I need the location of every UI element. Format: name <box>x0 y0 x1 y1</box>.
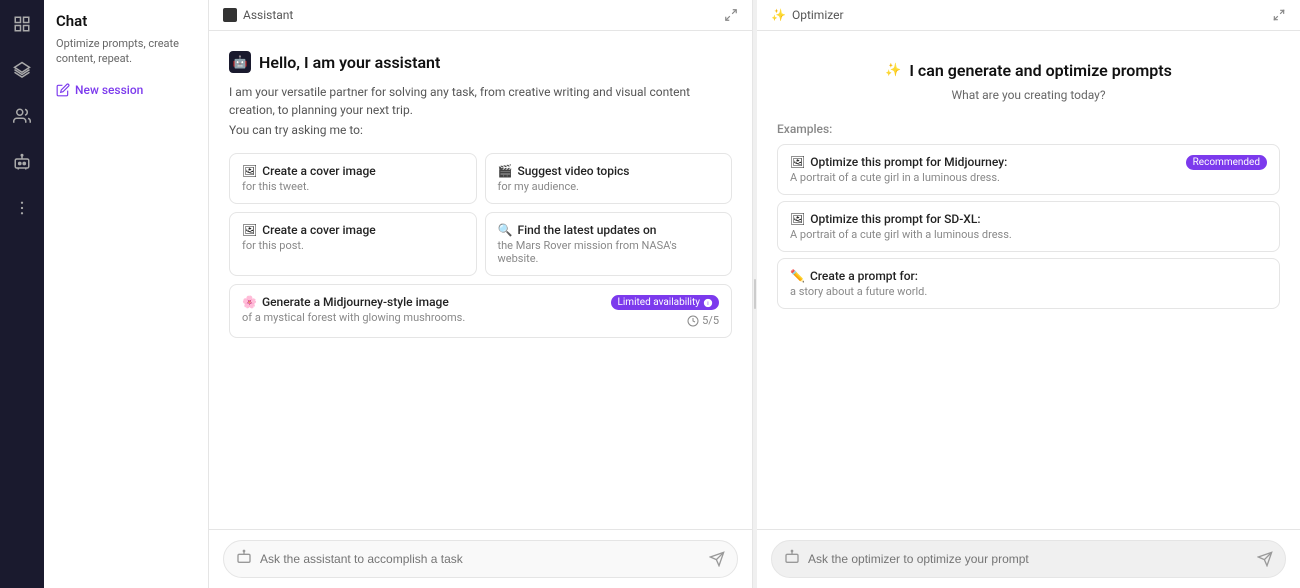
suggestion-icon-1: 🎬 <box>498 164 513 178</box>
example-icon-0: 🖼 <box>790 155 805 169</box>
midjourney-count: 5/5 <box>687 314 719 327</box>
examples-section: Examples: 🖼 Optimize this prompt for Mid… <box>777 122 1280 315</box>
suggestion-subtitle-3: the Mars Rover mission from NASA's websi… <box>498 239 720 265</box>
assistant-header-icon <box>223 8 237 22</box>
optimizer-panel: ✨ Optimizer ✨ I can generate and optimiz… <box>757 0 1300 588</box>
midjourney-icon: 🌸 <box>242 295 257 309</box>
example-subtitle-2: a story about a future world. <box>790 285 927 298</box>
midjourney-left: 🌸 Generate a Midjourney-style image of a… <box>242 295 465 324</box>
assistant-panel: Assistant 🤖 Hello, I am your assistant I… <box>209 0 753 588</box>
assistant-greeting-icon: 🤖 <box>229 51 251 73</box>
assistant-chat-input[interactable] <box>260 552 701 566</box>
optimizer-wand-icon: ✨ <box>771 8 786 22</box>
optimizer-greeting-title: I can generate and optimize prompts <box>909 61 1172 80</box>
optimizer-expand-button[interactable] <box>1272 8 1286 22</box>
optimizer-footer <box>757 529 1300 588</box>
assistant-footer <box>209 529 752 588</box>
optimizer-body: ✨ I can generate and optimize prompts Wh… <box>757 31 1300 529</box>
example-card-2[interactable]: ✏️ Create a prompt for: a story about a … <box>777 258 1280 309</box>
assistant-greeting: 🤖 Hello, I am your assistant <box>229 51 732 73</box>
recommended-badge: Recommended <box>1186 155 1267 170</box>
assistant-send-button[interactable] <box>709 551 725 567</box>
suggestion-card-3[interactable]: 🔍 Find the latest updates on the Mars Ro… <box>485 212 733 276</box>
assistant-input-icon <box>236 549 252 569</box>
chat-panel: Chat Optimize prompts, create content, r… <box>44 0 209 588</box>
suggestion-title-3: 🔍 Find the latest updates on <box>498 223 720 237</box>
chat-panel-title: Chat <box>56 12 196 30</box>
assistant-header-left: Assistant <box>223 8 293 22</box>
optimizer-question: What are you creating today? <box>951 88 1105 102</box>
optimizer-input-wrapper <box>771 540 1286 578</box>
new-session-button[interactable]: New session <box>56 79 196 101</box>
new-session-label: New session <box>75 83 143 97</box>
examples-label: Examples: <box>777 122 1280 136</box>
assistant-body: 🤖 Hello, I am your assistant I am your v… <box>209 31 752 529</box>
example-title-0: 🖼 Optimize this prompt for Midjourney: <box>790 155 1007 169</box>
optimizer-send-button[interactable] <box>1257 551 1273 567</box>
example-icon-2: ✏️ <box>790 269 805 283</box>
assistant-header-label: Assistant <box>243 8 293 22</box>
layers-icon[interactable] <box>8 56 36 84</box>
assistant-expand-button[interactable] <box>724 8 738 22</box>
suggestion-card-0[interactable]: 🖼 Create a cover image for this tweet. <box>229 153 477 204</box>
example-subtitle-0: A portrait of a cute girl in a luminous … <box>790 171 1007 184</box>
assistant-intro: I am your versatile partner for solving … <box>229 83 732 139</box>
suggestion-title-1: 🎬 Suggest video topics <box>498 164 720 178</box>
suggestion-title-0: 🖼 Create a cover image <box>242 164 464 178</box>
optimizer-input-icon <box>784 549 800 569</box>
assistant-intro-line1: I am your versatile partner for solving … <box>229 83 732 119</box>
suggestion-grid: 🖼 Create a cover image for this tweet. 🎬… <box>229 153 732 276</box>
suggestion-title-2: 🖼 Create a cover image <box>242 223 464 237</box>
suggestion-icon-3: 🔍 <box>498 223 513 237</box>
optimizer-greeting-icon: ✨ <box>885 63 901 78</box>
more-icon[interactable] <box>8 194 36 222</box>
optimizer-greeting: ✨ I can generate and optimize prompts <box>885 61 1172 80</box>
example-left-1: 🖼 Optimize this prompt for SD-XL: A port… <box>790 212 1012 241</box>
example-card-1[interactable]: 🖼 Optimize this prompt for SD-XL: A port… <box>777 201 1280 252</box>
optimizer-chat-input[interactable] <box>808 552 1249 566</box>
example-subtitle-1: A portrait of a cute girl with a luminou… <box>790 228 1012 241</box>
sidebar <box>0 0 44 588</box>
users-icon[interactable] <box>8 102 36 130</box>
optimizer-header-label: Optimizer <box>792 8 844 22</box>
optimizer-header: ✨ Optimizer <box>757 0 1300 31</box>
divider-handle <box>754 279 756 309</box>
example-title-1: 🖼 Optimize this prompt for SD-XL: <box>790 212 1012 226</box>
grid-icon[interactable] <box>8 10 36 38</box>
midjourney-title: 🌸 Generate a Midjourney-style image <box>242 295 465 309</box>
example-title-2: ✏️ Create a prompt for: <box>790 269 927 283</box>
assistant-greeting-title: Hello, I am your assistant <box>259 53 440 72</box>
optimizer-header-left: ✨ Optimizer <box>771 8 844 22</box>
bot-icon[interactable] <box>8 148 36 176</box>
midjourney-subtitle: of a mystical forest with glowing mushro… <box>242 311 465 324</box>
example-card-0[interactable]: 🖼 Optimize this prompt for Midjourney: A… <box>777 144 1280 195</box>
suggestion-icon-2: 🖼 <box>242 223 257 237</box>
assistant-input-wrapper <box>223 540 738 578</box>
example-icon-1: 🖼 <box>790 212 805 226</box>
suggestion-subtitle-1: for my audience. <box>498 180 720 193</box>
midjourney-right: Limited availability i 5/5 <box>611 295 719 327</box>
assistant-intro-line2: You can try asking me to: <box>229 121 732 139</box>
limited-availability-badge: Limited availability i <box>611 295 719 310</box>
suggestion-card-2[interactable]: 🖼 Create a cover image for this post. <box>229 212 477 276</box>
suggestion-subtitle-2: for this post. <box>242 239 464 252</box>
midjourney-card[interactable]: 🌸 Generate a Midjourney-style image of a… <box>229 284 732 338</box>
suggestion-card-1[interactable]: 🎬 Suggest video topics for my audience. <box>485 153 733 204</box>
example-left-2: ✏️ Create a prompt for: a story about a … <box>790 269 927 298</box>
suggestion-icon-0: 🖼 <box>242 164 257 178</box>
suggestion-subtitle-0: for this tweet. <box>242 180 464 193</box>
assistant-header: Assistant <box>209 0 752 31</box>
example-left-0: 🖼 Optimize this prompt for Midjourney: A… <box>790 155 1007 184</box>
chat-panel-subtitle: Optimize prompts, create content, repeat… <box>56 36 196 67</box>
